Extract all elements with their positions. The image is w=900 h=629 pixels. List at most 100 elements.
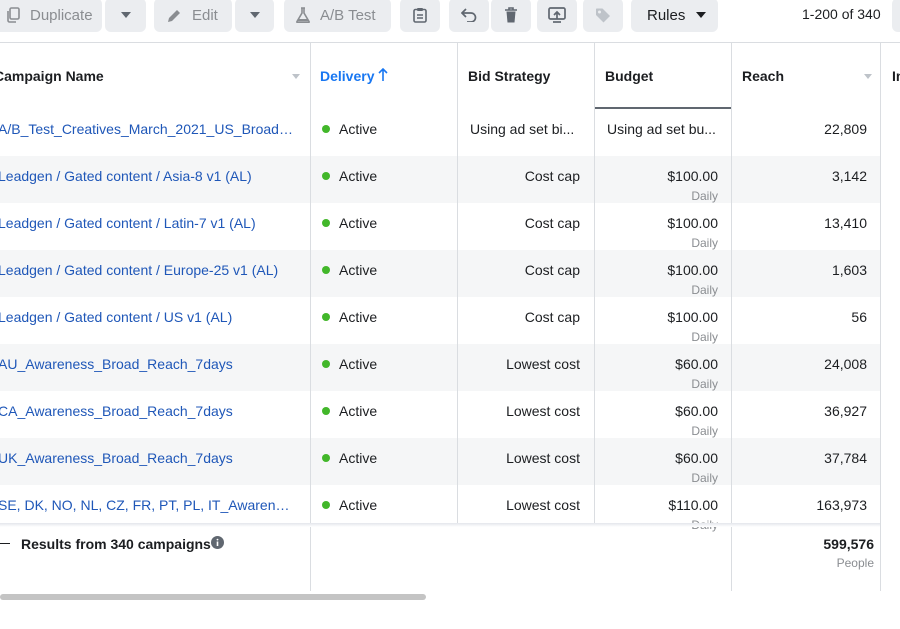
column-divider bbox=[731, 43, 732, 591]
duplicate-button[interactable]: Duplicate bbox=[0, 0, 102, 32]
campaign-name-link[interactable]: Leadgen / Gated content / Europe-25 v1 (… bbox=[0, 262, 293, 278]
bid-strategy-header-label: Bid Strategy bbox=[468, 68, 551, 84]
budget-type: Daily bbox=[691, 424, 718, 438]
caret-down-icon bbox=[120, 12, 131, 18]
campaign-name-link[interactable]: Leadgen / Gated content / Latin-7 v1 (AL… bbox=[0, 215, 293, 231]
delivery-label: Active bbox=[339, 262, 378, 278]
campaign-name-link[interactable]: Leadgen / Gated content / US v1 (AL) bbox=[0, 309, 293, 325]
pagination-count: 1-200 of 340 bbox=[802, 6, 881, 22]
delivery-label: Active bbox=[339, 309, 378, 325]
delete-button[interactable] bbox=[491, 0, 531, 32]
delivery-header-label: Delivery bbox=[320, 68, 375, 84]
budget-value: Using ad set bu... bbox=[607, 121, 716, 137]
toolbar: Duplicate Edit A/B Test Rules 1-200 of 3… bbox=[0, 0, 900, 34]
table-row[interactable]: Leadgen / Gated content / US v1 (AL) Acti… bbox=[0, 297, 880, 344]
ab-test-button[interactable]: A/B Test bbox=[284, 0, 391, 32]
delivery-status: Active bbox=[322, 356, 377, 372]
footer-results: Results from 340 campaigns bbox=[0, 531, 310, 591]
rules-button[interactable]: Rules bbox=[631, 0, 718, 32]
campaign-name-link[interactable]: AU_Awareness_Broad_Reach_7days bbox=[0, 356, 293, 372]
clipboard-icon bbox=[413, 7, 427, 23]
undo-icon bbox=[461, 8, 477, 22]
reach-value: 163,973 bbox=[816, 497, 867, 513]
duplicate-dropdown-button[interactable] bbox=[105, 0, 146, 32]
preview-button[interactable] bbox=[537, 0, 577, 32]
table-row[interactable]: A/B_Test_Creatives_March_2021_US_Broad_ A… bbox=[0, 109, 880, 156]
reach-value: 1,603 bbox=[831, 262, 867, 278]
undo-button[interactable] bbox=[449, 0, 489, 32]
delivery-status: Active bbox=[322, 215, 377, 231]
campaign-name-link[interactable]: Leadgen / Gated content / Asia-8 v1 (AL) bbox=[0, 168, 293, 184]
info-icon[interactable] bbox=[211, 536, 224, 554]
caret-down-icon bbox=[696, 12, 707, 18]
delivery-status: Active bbox=[322, 497, 377, 513]
delivery-label: Active bbox=[339, 168, 378, 184]
reach-total: 599,576 bbox=[823, 536, 874, 552]
footer-divider bbox=[0, 523, 880, 527]
budget-value: $60.00 bbox=[675, 356, 718, 372]
column-divider bbox=[310, 43, 311, 591]
campaign-name-link[interactable]: UK_Awareness_Broad_Reach_7days bbox=[0, 450, 293, 466]
table-row[interactable]: Leadgen / Gated content / Latin-7 v1 (AL… bbox=[0, 203, 880, 250]
ab-test-label: A/B Test bbox=[320, 6, 376, 24]
reach-value: 37,784 bbox=[824, 450, 867, 466]
active-status-dot bbox=[322, 407, 330, 415]
column-divider bbox=[880, 43, 881, 591]
bid-strategy-value: Lowest cost bbox=[506, 497, 580, 513]
tag-button[interactable] bbox=[583, 0, 623, 32]
budget-value: $100.00 bbox=[667, 168, 718, 184]
header-delivery[interactable]: Delivery bbox=[320, 43, 457, 109]
bid-strategy-value: Lowest cost bbox=[506, 356, 580, 372]
rules-label: Rules bbox=[647, 6, 686, 24]
budget-type: Daily bbox=[691, 377, 718, 391]
delivery-label: Active bbox=[339, 215, 378, 231]
campaign-name-link[interactable]: CA_Awareness_Broad_Reach_7days bbox=[0, 403, 293, 419]
budget-type: Daily bbox=[691, 283, 718, 297]
caret-down-icon bbox=[249, 12, 260, 18]
pencil-icon bbox=[167, 8, 182, 23]
header-reach[interactable]: Reach bbox=[742, 43, 880, 109]
header-budget[interactable]: Budget bbox=[605, 43, 731, 109]
reach-value: 3,142 bbox=[831, 168, 867, 184]
tag-icon bbox=[595, 7, 611, 23]
header-campaign-name[interactable]: Campaign Name bbox=[0, 43, 310, 109]
budget-type: Daily bbox=[691, 189, 718, 203]
edit-dropdown-button[interactable] bbox=[235, 0, 274, 32]
delivery-label: Active bbox=[339, 497, 378, 513]
table-row[interactable]: Leadgen / Gated content / Asia-8 v1 (AL)… bbox=[0, 156, 880, 203]
edit-label: Edit bbox=[192, 6, 218, 24]
budget-value: $100.00 bbox=[667, 215, 718, 231]
header-bid-strategy[interactable]: Bid Strategy bbox=[468, 43, 594, 109]
delivery-status: Active bbox=[322, 450, 377, 466]
campaign-name-link[interactable]: A/B_Test_Creatives_March_2021_US_Broad_A… bbox=[0, 121, 293, 137]
table-row[interactable]: CA_Awareness_Broad_Reach_7days Active Lowe… bbox=[0, 391, 880, 438]
edit-button[interactable]: Edit bbox=[154, 0, 232, 32]
budget-value: $100.00 bbox=[667, 309, 718, 325]
bid-strategy-value: Cost cap bbox=[524, 168, 580, 184]
campaign-name-link[interactable]: SE, DK, NO, NL, CZ, FR, PT, PL, IT_Aware… bbox=[0, 497, 293, 513]
active-status-dot bbox=[322, 125, 330, 133]
table-row[interactable]: Leadgen / Gated content / Europe-25 v1 (… bbox=[0, 250, 880, 297]
table-row[interactable]: AU_Awareness_Broad_Reach_7days Active Lowe… bbox=[0, 344, 880, 391]
delivery-status: Active bbox=[322, 121, 377, 137]
column-resize-indicator bbox=[595, 107, 731, 109]
trash-icon bbox=[504, 7, 518, 23]
budget-value: $60.00 bbox=[675, 450, 718, 466]
sort-ascending-icon bbox=[378, 67, 389, 84]
clipboard-button[interactable] bbox=[400, 0, 440, 32]
active-status-dot bbox=[322, 219, 330, 227]
header-next-column[interactable]: Im bbox=[892, 43, 900, 109]
budget-type: Daily bbox=[691, 236, 718, 250]
bid-strategy-value: Lowest cost bbox=[506, 450, 580, 466]
next-column-header-label: Im bbox=[892, 68, 900, 84]
next-toolbar-button[interactable] bbox=[892, 0, 900, 32]
active-status-dot bbox=[322, 172, 330, 180]
active-status-dot bbox=[322, 454, 330, 462]
bid-strategy-value: Lowest cost bbox=[506, 403, 580, 419]
reach-value: 36,927 bbox=[824, 403, 867, 419]
horizontal-scrollbar[interactable] bbox=[0, 594, 426, 600]
reach-value: 22,809 bbox=[824, 121, 867, 137]
bid-strategy-value: Cost cap bbox=[524, 262, 580, 278]
table-row[interactable]: UK_Awareness_Broad_Reach_7days Active Lowe… bbox=[0, 438, 880, 485]
duplicate-label: Duplicate bbox=[30, 6, 93, 24]
